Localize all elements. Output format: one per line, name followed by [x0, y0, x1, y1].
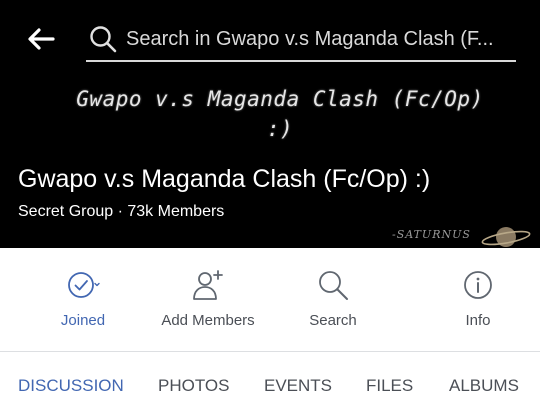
search-label: Search [309, 312, 357, 329]
group-name: Gwapo v.s Maganda Clash (Fc/Op) :) [18, 165, 431, 193]
tab-files[interactable]: FILES [366, 376, 413, 396]
add-members-label: Add Members [161, 312, 255, 329]
group-header: Search in Gwapo v.s Maganda Clash (F... … [0, 0, 540, 248]
cover-watermark: -SATURNUS [392, 228, 471, 241]
tab-events[interactable]: EVENTS [264, 376, 332, 396]
search-placeholder[interactable]: Search in Gwapo v.s Maganda Clash (F... [126, 28, 511, 51]
joined-label: Joined [60, 312, 106, 329]
joined-button[interactable]: Joined [0, 248, 166, 351]
add-person-icon [193, 270, 223, 300]
group-meta: Secret Group · 73k Members [18, 203, 225, 220]
check-circle-icon [68, 272, 100, 298]
cover-photo-text: Gwapo v.s Maganda Clash (Fc/Op) :) [60, 84, 500, 144]
tab-albums[interactable]: ALBUMS [449, 376, 519, 396]
group-search-field[interactable]: Search in Gwapo v.s Maganda Clash (F... [86, 18, 516, 62]
cover-title-line1: Gwapo v.s Maganda Clash (Fc/Op) [76, 87, 484, 111]
info-label: Info [465, 312, 491, 329]
arrow-left-icon [28, 28, 55, 50]
group-action-bar: Joined Add Members Search Info [0, 248, 540, 352]
add-members-button[interactable]: Add Members [161, 248, 255, 351]
back-button[interactable] [26, 26, 56, 52]
saturn-icon [481, 227, 531, 247]
info-icon [464, 271, 492, 299]
group-tab-bar: DISCUSSION PHOTOS EVENTS FILES ALBUMS [0, 353, 540, 415]
search-icon [90, 26, 117, 53]
search-icon [319, 271, 348, 300]
cover-title-line2: :) [266, 117, 294, 141]
tab-discussion[interactable]: DISCUSSION [18, 376, 124, 396]
search-button[interactable]: Search [250, 248, 416, 351]
info-button[interactable]: Info [416, 248, 540, 351]
tab-photos[interactable]: PHOTOS [158, 376, 229, 396]
